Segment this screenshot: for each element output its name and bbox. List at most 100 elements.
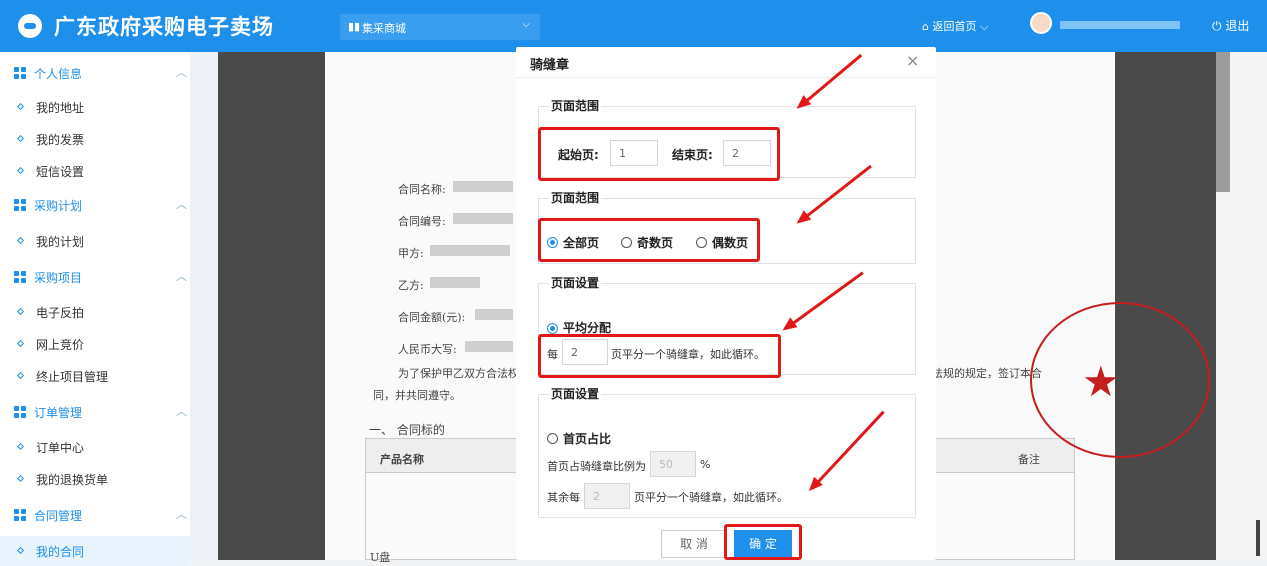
- rest-pages-input[interactable]: 2: [584, 483, 630, 509]
- redacted-text: [453, 181, 513, 192]
- chevron-up-icon: ︿: [176, 405, 187, 418]
- sidebar-item-sms[interactable]: 短信设置: [0, 156, 190, 186]
- chevron-up-icon: ︿: [176, 270, 187, 283]
- sidebar-item-my-plan[interactable]: 我的计划: [0, 226, 190, 256]
- site-title: 广东政府采购电子卖场: [54, 15, 274, 39]
- annotation-arrow: [799, 53, 863, 108]
- sidebar-item-label: 短信设置: [36, 165, 85, 179]
- diamond-icon: [16, 371, 25, 380]
- col-remark: 备注: [1018, 453, 1040, 466]
- sidebar-group-plan[interactable]: 采购计划 ︿: [0, 190, 190, 220]
- logo-icon: [18, 14, 42, 38]
- redacted-text: [453, 213, 513, 224]
- power-icon: ⏻: [1212, 19, 1222, 33]
- mall-select[interactable]: ▮▮ 集采商城 ⌵: [340, 14, 540, 40]
- sidebar-item-label: 我的地址: [36, 101, 85, 115]
- grid-icon: [14, 67, 26, 79]
- radio-first-ratio-label[interactable]: 首页占比: [563, 430, 611, 447]
- scrollbar-thumb[interactable]: [1216, 52, 1230, 192]
- sidebar-group-profile[interactable]: 个人信息 ︿: [0, 58, 190, 88]
- sidebar-item-label: 终止项目管理: [36, 370, 109, 384]
- grid-icon: [14, 271, 26, 283]
- chevron-up-icon: ︿: [176, 508, 187, 521]
- seam-stamp-dialog: 骑缝章 × 页面范围 起始页: 1 结束页: 2 页面范围 全部页 奇数页 偶数…: [516, 47, 936, 560]
- sidebar-group-label: 个人信息: [34, 67, 83, 81]
- sidebar-group-label: 采购项目: [34, 271, 83, 285]
- diamond-icon: [16, 166, 25, 175]
- percent-sign: %: [700, 458, 711, 471]
- fieldset-legend: 页面范围: [549, 189, 602, 206]
- username-redacted: [1060, 21, 1180, 29]
- doc-field-label: 合同名称:: [398, 183, 446, 196]
- avatar[interactable]: [1030, 12, 1052, 34]
- annotation-box: [538, 218, 760, 262]
- close-icon[interactable]: ×: [906, 51, 919, 70]
- diamond-icon: [16, 339, 25, 348]
- sidebar-item-address[interactable]: 我的地址: [0, 92, 190, 122]
- diamond-icon: [16, 442, 25, 451]
- chevron-up-icon: ︿: [176, 66, 187, 79]
- sidebar-group-project[interactable]: 采购项目 ︿: [0, 262, 190, 292]
- logout-button[interactable]: ⏻ 退出: [1212, 17, 1249, 34]
- grid-icon: [14, 509, 26, 521]
- fieldset-legend: 页面设置: [549, 274, 602, 291]
- sidebar-group-order[interactable]: 订单管理 ︿: [0, 397, 190, 427]
- sidebar-item-returns[interactable]: 我的退换货单: [0, 464, 190, 494]
- seal-star-icon: ★: [1082, 357, 1120, 406]
- sidebar-group-contract[interactable]: 合同管理 ︿: [0, 500, 190, 530]
- dialog-title: 骑缝章: [530, 58, 570, 73]
- doc-intro-tail: 法规的规定，签订本合: [932, 367, 1042, 380]
- doc-field-label: 人民币大写:: [398, 343, 457, 356]
- scroll-indicator: [1256, 520, 1260, 556]
- doc-field-label: 甲方:: [398, 247, 424, 260]
- sidebar-item-label: 电子反拍: [36, 306, 85, 320]
- diamond-icon: [16, 236, 25, 245]
- sidebar-item-invoice[interactable]: 我的发票: [0, 124, 190, 154]
- sidebar-item-label: 我的发票: [36, 133, 85, 147]
- sidebar-item-label: 我的计划: [36, 235, 85, 249]
- redacted-text: [475, 309, 513, 320]
- diamond-icon: [16, 474, 25, 483]
- table-cell-product: U盘: [370, 551, 391, 564]
- doc-field-label: 合同金额(元):: [398, 311, 466, 324]
- logout-label: 退出: [1225, 19, 1250, 33]
- chart-icon: ▮▮: [348, 20, 361, 33]
- fieldset-legend: 页面范围: [549, 97, 602, 114]
- sidebar-gutter: [190, 52, 218, 560]
- chevron-up-icon: ︿: [176, 198, 187, 211]
- sidebar-item-reverse-auction[interactable]: 电子反拍: [0, 297, 190, 327]
- diamond-icon: [16, 134, 25, 143]
- sidebar-item-label: 网上竞价: [36, 338, 85, 352]
- doc-agree: 同，并共同遵守。: [373, 389, 461, 402]
- sidebar-item-terminate[interactable]: 终止项目管理: [0, 361, 190, 391]
- rest-prefix: 其余每: [547, 491, 580, 504]
- first-ratio-input[interactable]: 50: [650, 451, 696, 477]
- sidebar-item-online-bid[interactable]: 网上竞价: [0, 329, 190, 359]
- rest-suffix: 页平分一个骑缝章，如此循环。: [634, 491, 788, 504]
- doc-field-label: 合同编号:: [398, 215, 446, 228]
- grid-icon: [14, 199, 26, 211]
- sidebar-item-my-contract[interactable]: 我的合同: [0, 536, 190, 566]
- radio-first-ratio[interactable]: [547, 433, 558, 444]
- chevron-down-icon: ⌵: [979, 20, 989, 33]
- redacted-text: [465, 341, 513, 352]
- doc-section-heading: 一、 合同标的: [369, 423, 445, 437]
- red-seal: [1030, 302, 1210, 458]
- col-product: 产品名称: [380, 453, 424, 466]
- sidebar-group-label: 订单管理: [34, 406, 83, 420]
- cancel-button[interactable]: 取 消: [661, 530, 727, 558]
- radio-even-split[interactable]: [547, 323, 558, 334]
- sidebar-item-order-center[interactable]: 订单中心: [0, 432, 190, 462]
- fieldset-legend: 页面设置: [549, 385, 602, 402]
- home-link[interactable]: ⌂ 返回首页 ⌵: [922, 18, 988, 34]
- sidebar-group-label: 采购计划: [34, 199, 83, 213]
- annotation-box: [538, 334, 781, 378]
- annotation-box: [538, 127, 780, 181]
- sidebar-item-label: 我的退换货单: [36, 473, 109, 487]
- annotation-box: [724, 524, 802, 560]
- chevron-down-icon: ⌵: [522, 19, 530, 30]
- first-ratio-text: 首页占骑缝章比例为: [547, 460, 646, 473]
- mall-select-value: 集采商城: [362, 22, 406, 35]
- home-link-label: 返回首页: [932, 20, 977, 33]
- top-header: 广东政府采购电子卖场 ▮▮ 集采商城 ⌵ ⌂ 返回首页 ⌵ ⏻ 退出: [0, 0, 1267, 52]
